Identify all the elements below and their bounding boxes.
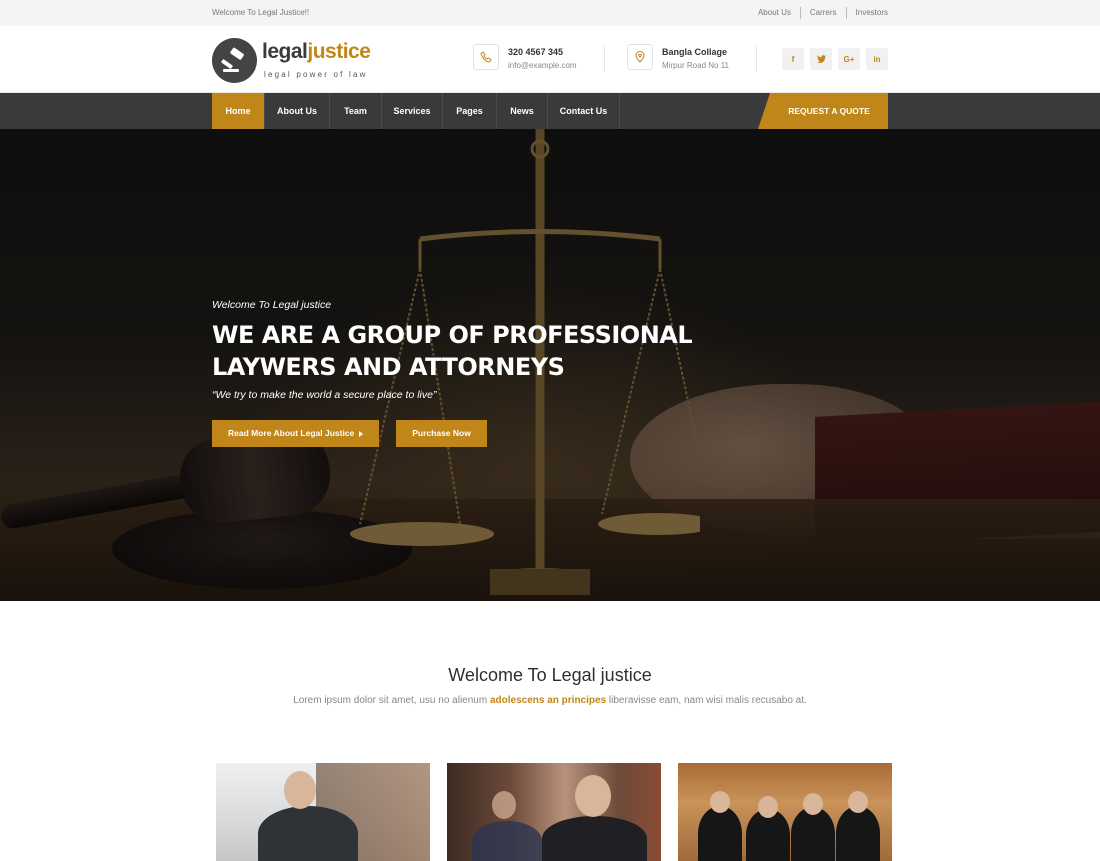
topbar-links: About Us Carrers Investors [758,7,888,19]
logo-word-legal: legal [262,40,308,63]
nav-item-home[interactable]: Home [212,93,265,129]
phone-number: 320 4567 345 [508,47,564,57]
logo-word-justice: justice [307,40,371,63]
background-lawyer-image [472,821,542,861]
lawyer-face-image [803,793,823,815]
lawyer-face-image [284,771,316,809]
topbar-link-careers[interactable]: Carrers [799,7,846,19]
google-plus-icon[interactable]: G+ [838,48,860,70]
hero-buttons: Read More About Legal Justice Purchase N… [212,420,504,447]
request-quote-button[interactable]: REQUEST A QUOTE [758,93,888,129]
hero-text-block: Welcome To Legal justice WE ARE A GROUP … [212,299,693,401]
subtitle-text-end: liberavisse eam, nam wisi malis recusabo… [608,695,807,706]
hero-banner: Welcome To Legal justice WE ARE A GROUP … [0,129,1100,601]
location-pin-icon [627,44,653,70]
female-lawyer-portrait-image [542,816,647,861]
hero-quote: “We try to make the world a secure place… [212,389,437,401]
lawyer-group-image [698,806,742,861]
nav-items: Home About Us Team Services Pages News C… [212,93,620,129]
facebook-icon[interactable]: f [782,48,804,70]
top-bar: Welcome To Legal Justice!! About Us Carr… [0,0,1100,26]
read-more-button[interactable]: Read More About Legal Justice [212,420,380,447]
team-photo-card-3[interactable] [678,763,892,861]
welcome-section-subtitle: Lorem ipsum dolor sit amet, usu no alien… [0,695,1100,706]
subtitle-highlight: adolescens an principes [489,695,607,706]
nav-item-news[interactable]: News [497,93,548,129]
twitter-icon[interactable] [810,48,832,70]
female-lawyer-face-image [575,775,611,817]
hero-title: WE ARE A GROUP OF PROFESSIONAL LAYWERS A… [212,319,693,383]
topbar-link-investors[interactable]: Investors [845,7,888,19]
logo-tagline: legal power of law [264,70,368,79]
read-more-label: Read More About Legal Justice [228,428,355,438]
nav-item-contact-us[interactable]: Contact Us [548,93,620,129]
lawyer-group-image [791,807,835,861]
hero-title-line-1: WE ARE A GROUP OF PROFESSIONAL [212,321,693,349]
lawyer-face-image [758,796,778,818]
lawyer-group-image [836,806,880,861]
address-line: Mirpur Road No 11 [662,61,729,70]
main-navigation: Home About Us Team Services Pages News C… [0,93,1100,129]
nav-item-pages[interactable]: Pages [443,93,497,129]
logo-wordmark[interactable]: legaljustice [262,40,371,64]
linkedin-icon[interactable]: in [866,48,888,70]
background-lawyer-face-image [492,791,516,819]
team-photo-card-1[interactable] [216,763,430,861]
lawyer-face-image [710,791,730,813]
header-divider [604,46,605,72]
nav-item-about-us[interactable]: About Us [265,93,330,129]
logo-gavel-icon[interactable] [212,38,257,83]
contact-email[interactable]: info@example.com [508,61,577,70]
address-title: Bangla Collage [662,47,728,57]
lawyer-portrait-image [258,806,358,861]
caret-right-icon [359,430,364,437]
hero-title-line-2: LAYWERS AND ATTORNEYS [212,353,565,381]
team-photo-card-2[interactable] [447,763,661,861]
site-header: legaljustice legal power of law 320 4567… [0,26,1100,93]
purchase-now-button[interactable]: Purchase Now [396,420,487,447]
topbar-link-about-us[interactable]: About Us [758,7,800,19]
subtitle-text-start: Lorem ipsum dolor sit amet, usu no alien… [293,695,488,706]
topbar-welcome-text: Welcome To Legal Justice!! [212,8,310,17]
nav-item-team[interactable]: Team [330,93,382,129]
phone-icon [473,44,499,70]
lawyer-face-image [848,791,868,813]
hero-welcome: Welcome To Legal justice [212,299,332,311]
nav-item-services[interactable]: Services [382,93,443,129]
welcome-section-title: Welcome To Legal justice [448,665,652,685]
header-divider [756,46,757,72]
